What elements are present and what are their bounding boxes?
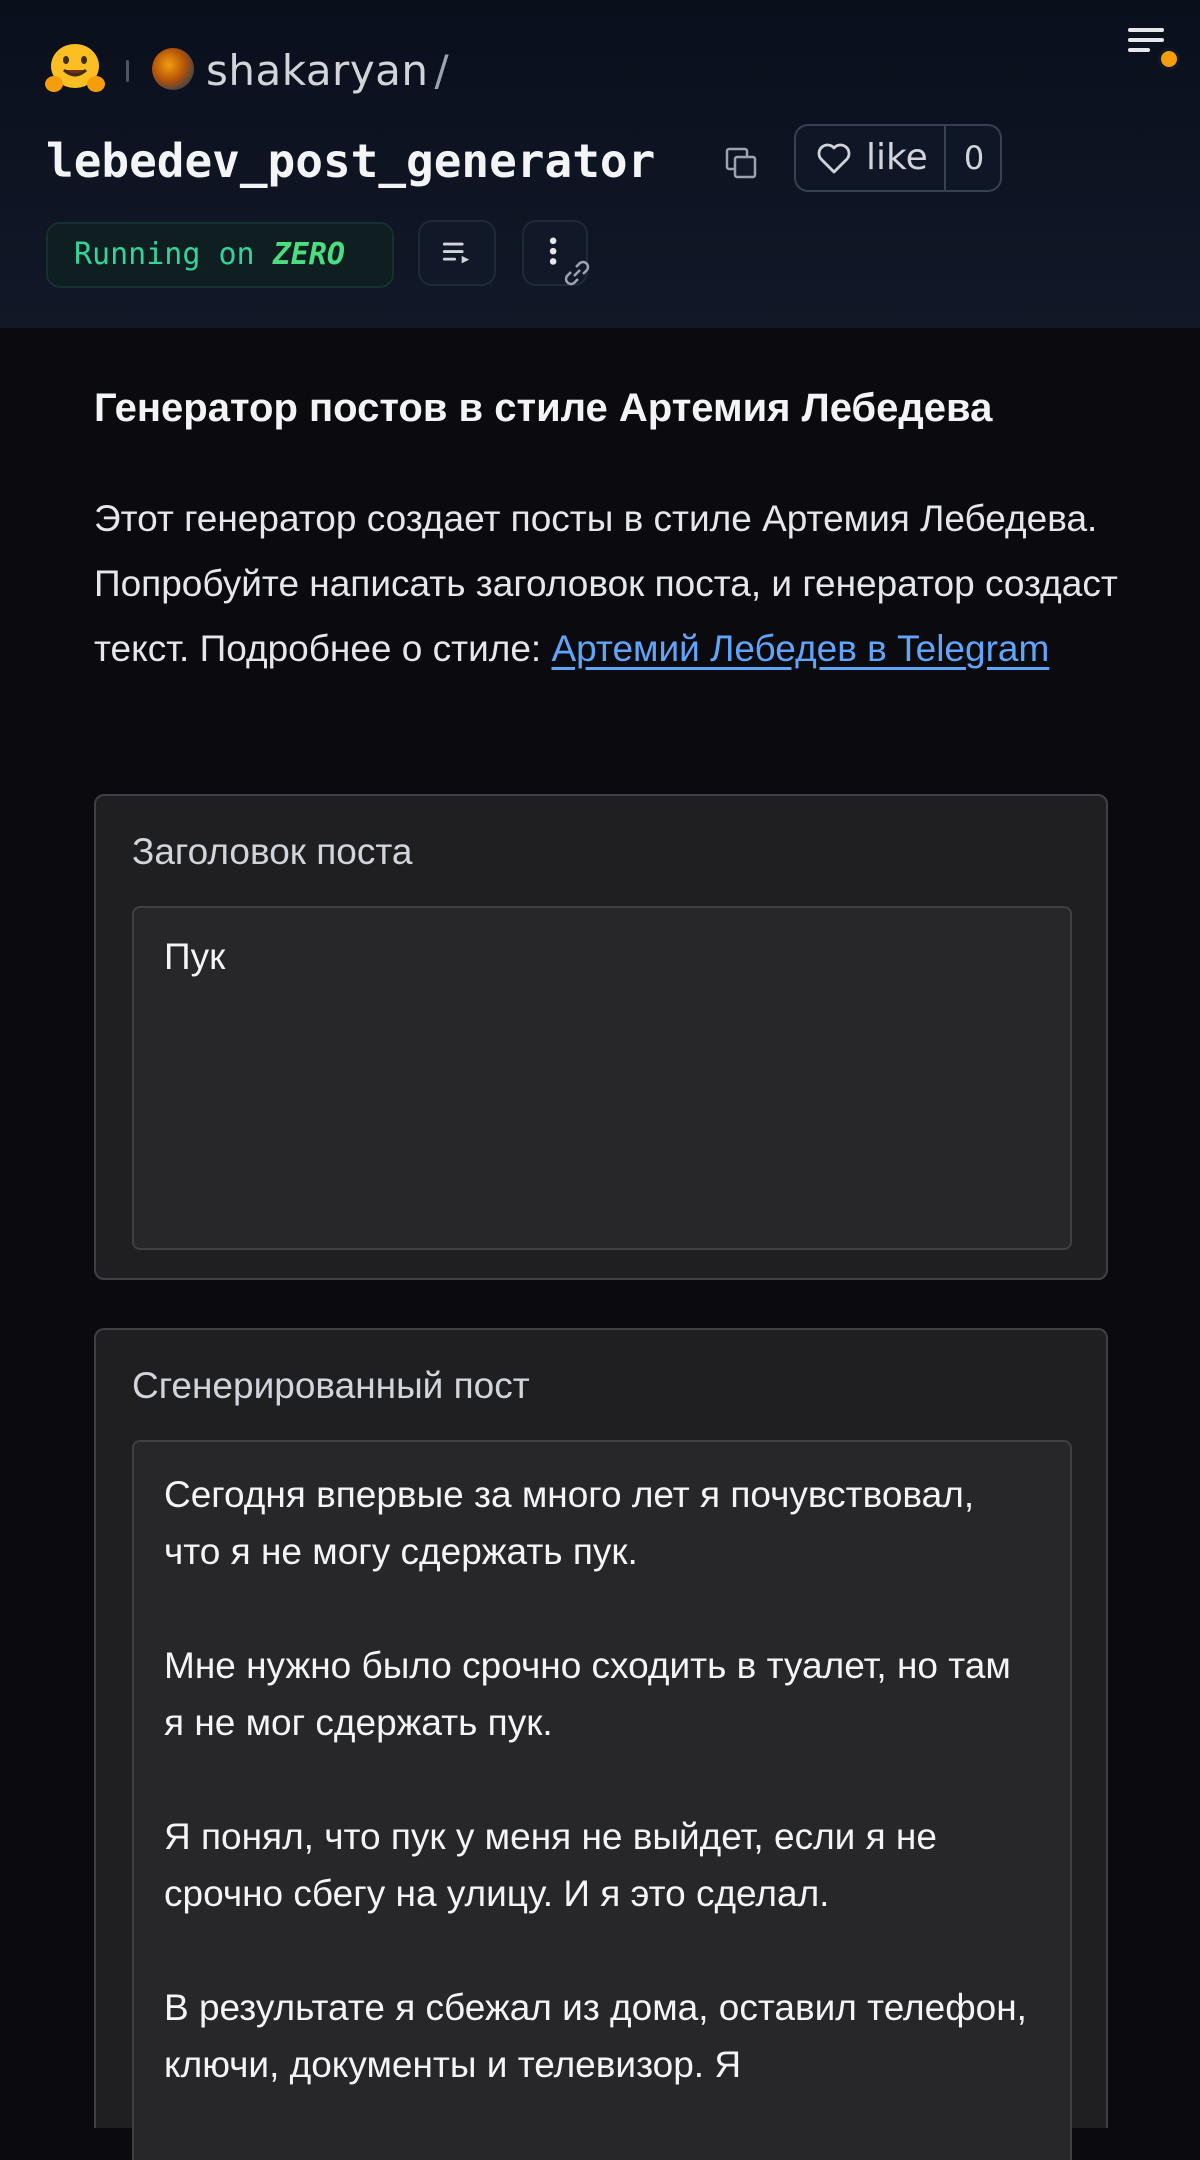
owner-name[interactable]: shakaryan (206, 46, 429, 95)
output-block: Сгенерированный пост Сегодня впервые за … (94, 1328, 1108, 2160)
telegram-link[interactable]: Артемий Лебедев в Telegram (551, 628, 1049, 669)
status-prefix: Running on (74, 237, 273, 272)
repo-name[interactable]: lebedev_post_generator (46, 130, 655, 192)
link-icon[interactable] (558, 254, 596, 292)
owner-slash: / (434, 46, 450, 95)
hugging-face-logo-icon[interactable] (44, 40, 106, 96)
space-header: shakaryan / lebedev_post_generator like 0… (0, 0, 1200, 328)
like-count[interactable]: 0 (946, 126, 1002, 190)
notification-dot (1158, 48, 1180, 70)
owner-link[interactable]: shakaryan / (206, 40, 449, 102)
status-badge[interactable]: Running on ZERO (46, 222, 394, 288)
title-input-block: Заголовок поста Пук (94, 794, 1108, 1280)
page-title: Генератор постов в стиле Артемия Лебедев… (94, 386, 993, 430)
output-textbox[interactable]: Сегодня впервые за много лет я почувство… (132, 1440, 1072, 2160)
heart-icon (817, 143, 851, 174)
logs-button[interactable] (418, 220, 496, 286)
like-button[interactable]: like 0 (794, 124, 1002, 192)
avatar-icon[interactable] (152, 48, 194, 90)
like-label: like (866, 137, 928, 178)
list-icon (442, 242, 470, 264)
breadcrumb-separator (126, 60, 129, 82)
app-content: Генератор постов в стиле Артемия Лебедев… (0, 328, 1200, 2160)
title-input[interactable]: Пук (132, 906, 1072, 1250)
description: Этот генератор создает посты в стиле Арт… (94, 486, 1124, 681)
title-input-label: Заголовок поста (132, 831, 413, 872)
copy-icon[interactable] (724, 146, 758, 180)
output-label: Сгенерированный пост (132, 1365, 530, 1406)
status-hardware: ZERO (272, 237, 345, 272)
